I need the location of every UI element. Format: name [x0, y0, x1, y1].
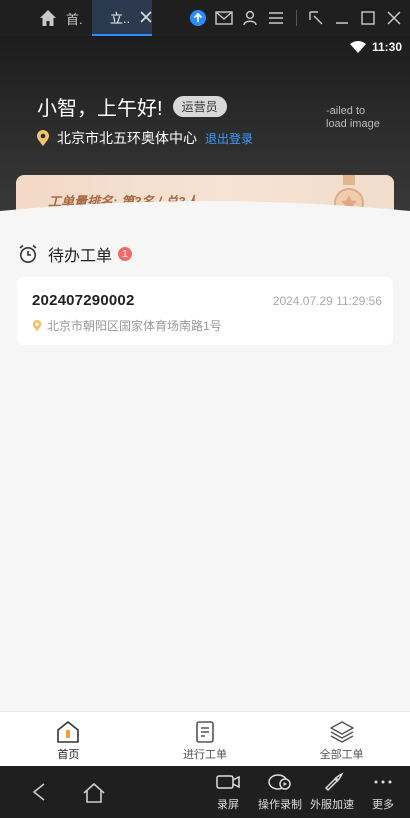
- logout-link[interactable]: 退出登录: [205, 130, 253, 147]
- mail-icon: [215, 11, 233, 25]
- order-time: 2024.07.29 11:29:56: [272, 294, 382, 308]
- rocket-icon: [324, 772, 344, 792]
- menu-button[interactable]: [264, 6, 288, 30]
- bottom-tab-bar: 首页 进行工单 全部工单: [0, 711, 410, 766]
- location-pin-icon: [32, 319, 42, 331]
- document-icon: [196, 721, 214, 743]
- video-camera-icon: [216, 775, 240, 789]
- mail-button[interactable]: [212, 6, 236, 30]
- todo-title: 待办工单: [48, 248, 113, 265]
- user-icon: [243, 10, 257, 26]
- house-icon: [40, 10, 56, 26]
- window-close-icon[interactable]: [386, 10, 402, 26]
- tab-home-page[interactable]: 首页: [0, 712, 137, 766]
- more-button[interactable]: 更多: [355, 772, 410, 812]
- divider-icon: [296, 10, 297, 26]
- tab-in-progress-label: 进行工单: [183, 749, 227, 761]
- more-label: 更多: [372, 799, 394, 811]
- broken-image: -ailed to load image: [326, 105, 380, 130]
- greeting-text: 小智，上午好!: [37, 98, 163, 120]
- user-button[interactable]: [238, 6, 262, 30]
- tab-home[interactable]: 首.: [0, 0, 92, 36]
- minimize-icon[interactable]: [334, 10, 350, 26]
- upload-button[interactable]: [186, 6, 210, 30]
- order-card[interactable]: 202407290002 2024.07.29 11:29:56 北京市朝阳区国…: [17, 277, 393, 345]
- role-badge: 运营员: [172, 96, 227, 117]
- home-icon: [57, 721, 80, 743]
- record-icon: [268, 774, 291, 790]
- operation-record-button[interactable]: 操作录制: [252, 772, 308, 812]
- accelerate-label: 外服加速: [310, 799, 354, 811]
- order-id: 202407290002: [32, 292, 135, 309]
- order-address: 北京市朝阳区国家体育场南路1号: [47, 319, 222, 333]
- tab-all-orders-label: 全部工单: [319, 749, 364, 761]
- tab-home-page-label: 首页: [57, 749, 80, 761]
- screen-record-label: 录屏: [217, 799, 239, 811]
- emulator-tools: [186, 0, 290, 36]
- tab-in-progress[interactable]: 进行工单: [137, 712, 274, 766]
- shrink-icon[interactable]: [308, 10, 324, 26]
- greeting-row: 小智，上午好! 运营员: [37, 92, 227, 121]
- emulator-bottom-bar: 录屏 操作录制 外服加速 更多: [0, 766, 410, 818]
- header-wave: [0, 201, 410, 236]
- status-bar: 11:30: [349, 40, 402, 54]
- layers-icon: [329, 721, 354, 743]
- todo-section-header: 待办工单 1: [18, 242, 133, 266]
- order-address-row: 北京市朝阳区国家体育场南路1号: [32, 317, 222, 334]
- window-controls: [296, 0, 402, 36]
- todo-count-badge: 1: [118, 247, 133, 261]
- back-icon[interactable]: [30, 782, 48, 802]
- screen-record-button[interactable]: 录屏: [200, 772, 256, 812]
- location-row: 北京市北五环奥体中心 退出登录: [36, 128, 253, 148]
- more-icon: [374, 780, 392, 784]
- close-icon[interactable]: [139, 10, 153, 24]
- location-pin-icon: [37, 129, 49, 146]
- tab-all-orders[interactable]: 全部工单: [273, 712, 410, 766]
- home-nav-icon[interactable]: [82, 782, 106, 804]
- tab-home-label: 首.: [66, 11, 83, 27]
- tab-app[interactable]: 立..: [92, 0, 152, 36]
- wifi-icon: [349, 41, 366, 53]
- upload-icon: [190, 10, 206, 26]
- maximize-icon[interactable]: [360, 10, 376, 26]
- location-text: 北京市北五环奥体中心: [57, 130, 197, 146]
- menu-icon: [269, 12, 283, 24]
- status-time: 11:30: [371, 40, 402, 54]
- emulator-top-bar: 首. 立..: [0, 0, 410, 36]
- alarm-clock-icon: [19, 244, 37, 263]
- app-screen: 11:30 小智，上午好! 运营员 北京市北五环奥体中心 退出登录 -ailed…: [0, 36, 410, 766]
- operation-record-label: 操作录制: [258, 799, 302, 811]
- tab-app-label: 立..: [110, 10, 131, 26]
- accelerate-button[interactable]: 外服加速: [304, 772, 360, 812]
